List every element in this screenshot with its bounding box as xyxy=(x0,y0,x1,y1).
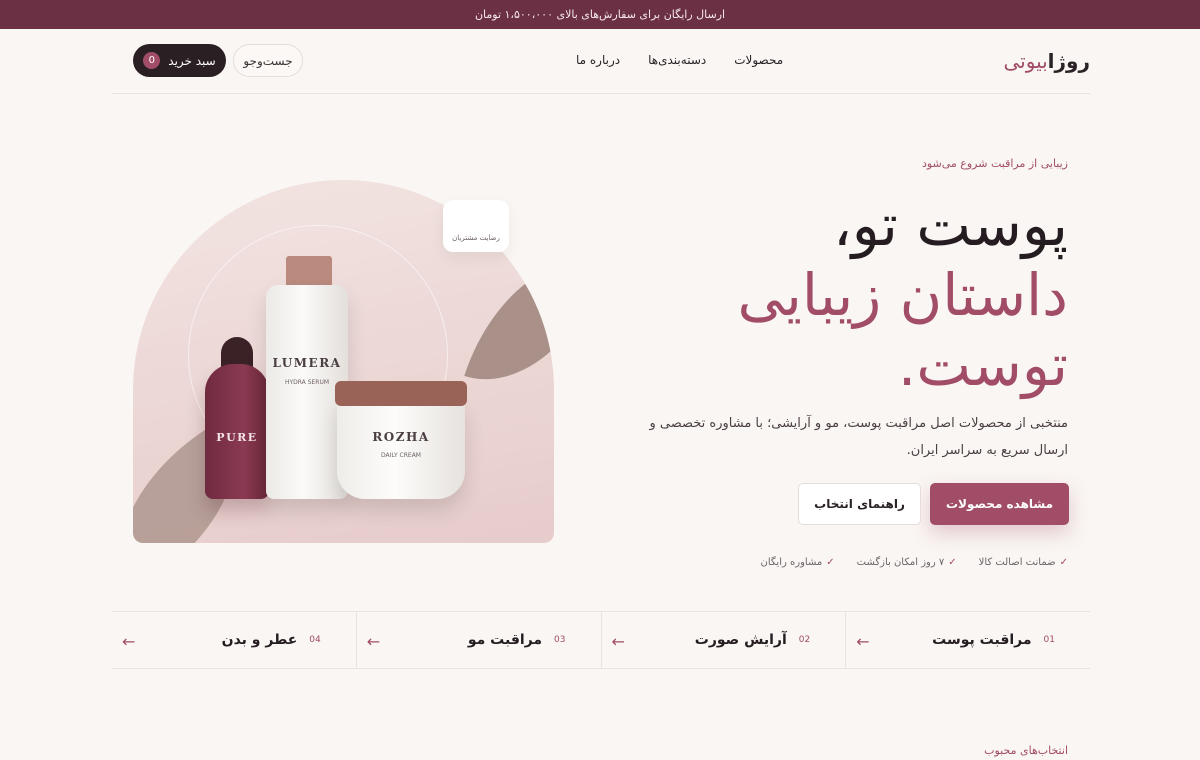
search-label: جست‌وجو xyxy=(243,53,293,68)
arrow-left-icon: ← xyxy=(856,632,870,651)
category-face-makeup[interactable]: 02 آرایش صورت ← xyxy=(600,612,846,668)
hero-perks: ✓ضمانت اصالت کالا ✓۷ روز امکان بازگشت ✓م… xyxy=(761,557,1068,568)
hero-title-line1: پوست تو، xyxy=(833,191,1068,259)
category-skin-care[interactable]: 01 مراقبت پوست ← xyxy=(845,612,1090,668)
product-label-pure: PURE xyxy=(216,431,258,444)
hero-title: پوست تو، داستان زیبایی توست. xyxy=(588,190,1068,400)
view-products-button[interactable]: مشاهده محصولات xyxy=(930,483,1069,525)
nav-item-about[interactable]: درباره ما xyxy=(576,53,620,67)
brand-name-part1: روژا xyxy=(1047,49,1091,73)
cart-label: سبد خرید xyxy=(168,53,216,68)
arrow-left-icon: ← xyxy=(366,632,381,651)
nav-item-products[interactable]: محصولات xyxy=(734,53,783,67)
announcement-text: ارسال رایگان برای سفارش‌های بالای ۱،۵۰۰،… xyxy=(474,8,726,21)
cart-count-badge: 0 xyxy=(143,52,161,69)
hero-eyebrow: زیبایی از مراقبت شروع می‌شود xyxy=(921,157,1068,170)
category-name: مراقبت مو xyxy=(467,632,543,648)
hero-title-line3: توست. xyxy=(897,331,1068,399)
category-name: آرایش صورت xyxy=(694,632,787,648)
cart-button[interactable]: سبد خرید 0 xyxy=(133,44,226,77)
category-number: 03 xyxy=(554,635,566,645)
category-hair-care[interactable]: 03 مراقبت مو ← xyxy=(355,612,601,668)
perk-consult: ✓مشاوره رایگان xyxy=(760,557,835,568)
satisfaction-badge: رضایت مشتریان xyxy=(443,200,509,252)
hero-description: منتخبی از محصولات اصل مراقبت پوست، مو و … xyxy=(649,416,1068,458)
nav-item-categories[interactable]: دسته‌بندی‌ها xyxy=(648,53,706,67)
buying-guide-button[interactable]: راهنمای انتخاب xyxy=(798,483,921,525)
arrow-left-icon: ← xyxy=(122,632,136,651)
check-icon: ✓ xyxy=(826,557,835,568)
favorites-section-label: انتخاب‌های محبوب xyxy=(984,744,1068,757)
pump-cap xyxy=(286,256,332,288)
main-menu: محصولات دسته‌بندی‌ها درباره ما xyxy=(548,53,783,67)
category-fragrance-body[interactable]: 04 عطر و بدن ← xyxy=(112,612,356,668)
hero-title-line2: داستان زیبایی xyxy=(737,261,1068,329)
category-strip: 01 مراقبت پوست ← 02 آرایش صورت ← 03 مراق… xyxy=(112,611,1090,669)
category-number: 02 xyxy=(798,635,811,645)
perk-authenticity: ✓ضمانت اصالت کالا xyxy=(978,557,1068,568)
product-label-lumera: LUMERA xyxy=(272,356,342,370)
product-jar-rozha xyxy=(337,400,465,499)
announcement-bar: ارسال رایگان برای سفارش‌های بالای ۱،۵۰۰،… xyxy=(0,0,1200,29)
check-icon: ✓ xyxy=(948,557,957,568)
product-label-rozha: ROZHA xyxy=(372,430,430,444)
leaf-decoration xyxy=(464,233,554,407)
category-name: عطر و بدن xyxy=(221,632,298,648)
header: روژابیوتی محصولات دسته‌بندی‌ها درباره ما… xyxy=(112,29,1091,94)
category-number: 01 xyxy=(1043,635,1055,645)
product-sublabel-rozha: DAILY CREAM xyxy=(381,452,421,459)
jar-lid xyxy=(335,381,467,406)
category-name: مراقبت پوست xyxy=(932,632,1032,648)
search-button[interactable]: جست‌وجو xyxy=(233,44,303,77)
category-number: 04 xyxy=(309,635,321,645)
satisfaction-label: رضایت مشتریان xyxy=(452,234,500,242)
check-icon: ✓ xyxy=(1059,557,1068,568)
perk-return: ✓۷ روز امکان بازگشت xyxy=(856,557,957,568)
brand-name-part2: بیوتی xyxy=(1003,49,1049,73)
arrow-left-icon: ← xyxy=(611,632,625,651)
brand-logo[interactable]: روژابیوتی xyxy=(1004,49,1091,73)
